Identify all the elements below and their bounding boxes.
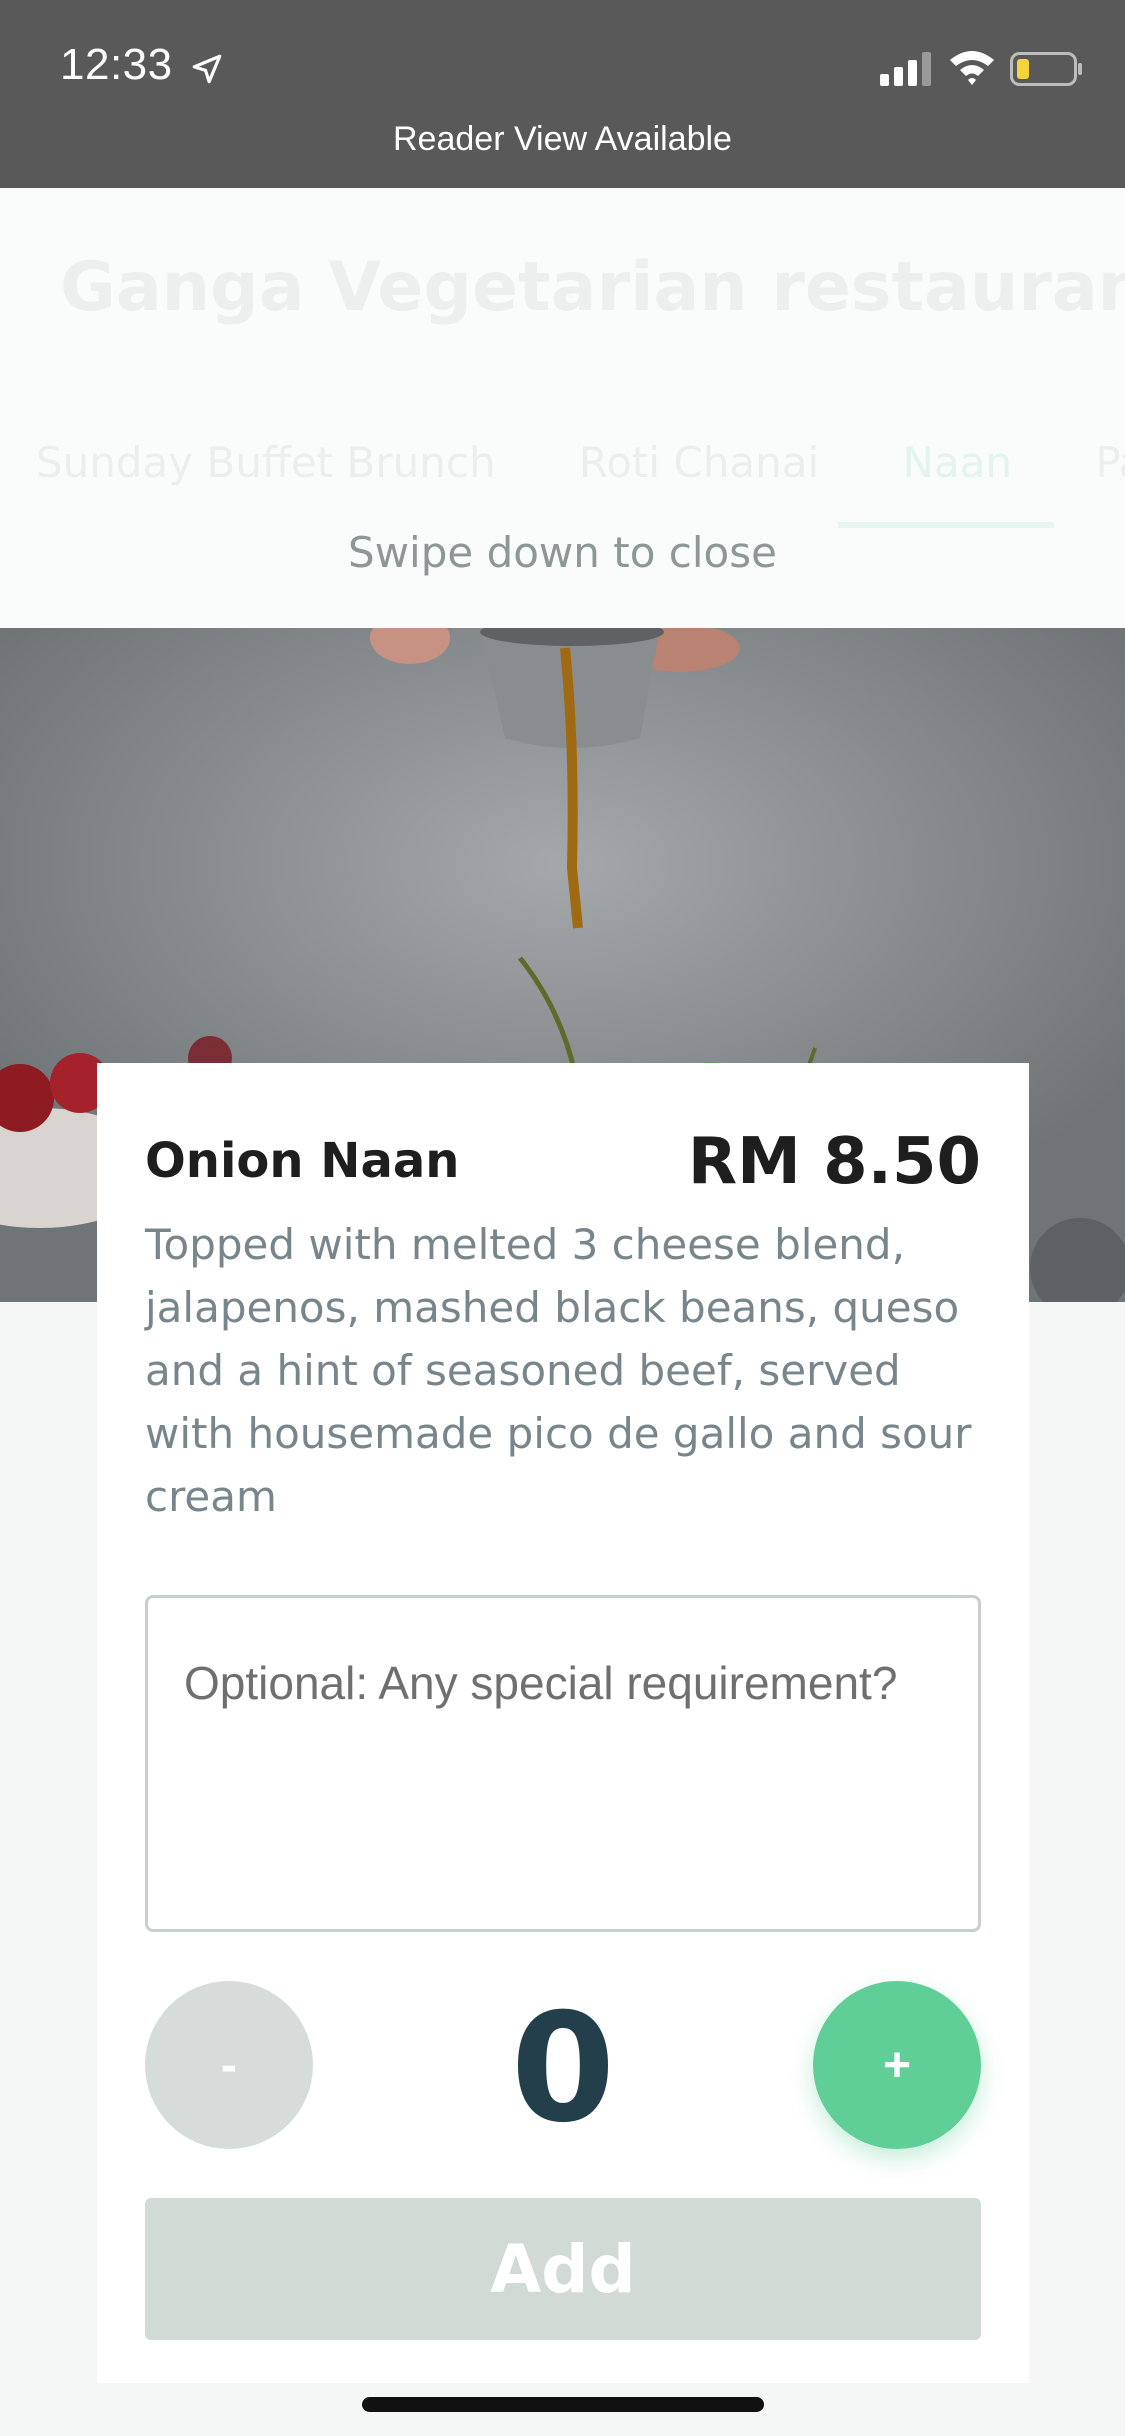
status-time: 12:33: [60, 40, 173, 89]
location-arrow-icon: [192, 54, 222, 84]
tab-naan[interactable]: Naan: [902, 438, 1012, 487]
wifi-icon: [950, 51, 994, 85]
tab-roti-chanai[interactable]: Roti Chanai: [579, 438, 819, 487]
tab-sunday-buffet-brunch[interactable]: Sunday Buffet Brunch: [36, 438, 496, 487]
special-requirement-input[interactable]: [145, 1595, 981, 1932]
battery-icon: [1010, 52, 1082, 86]
status-bar: 12:33 Reader View Available: [0, 0, 1125, 188]
increase-quantity-button[interactable]: +: [813, 1981, 981, 2149]
cellular-signal-icon: [880, 52, 931, 86]
item-description: Topped with melted 3 cheese blend, jalap…: [145, 1220, 972, 1521]
item-price: RM 8.50: [687, 1125, 981, 1199]
home-indicator[interactable]: [362, 2397, 764, 2412]
item-detail-card: Onion Naan RM 8.50 Topped with melted 3 …: [97, 1063, 1029, 2383]
tab-pa[interactable]: Pa: [1095, 438, 1125, 487]
add-to-cart-button[interactable]: Add: [145, 2198, 981, 2340]
swipe-down-hint: Swipe down to close: [348, 528, 777, 577]
reader-view-banner[interactable]: Reader View Available: [0, 120, 1125, 159]
restaurant-title: Ganga Vegetarian restaurant: [60, 248, 1125, 327]
item-name: Onion Naan: [145, 1133, 460, 1189]
category-tabs: Sunday Buffet Brunch Roti Chanai Naan Pa: [36, 438, 1125, 487]
